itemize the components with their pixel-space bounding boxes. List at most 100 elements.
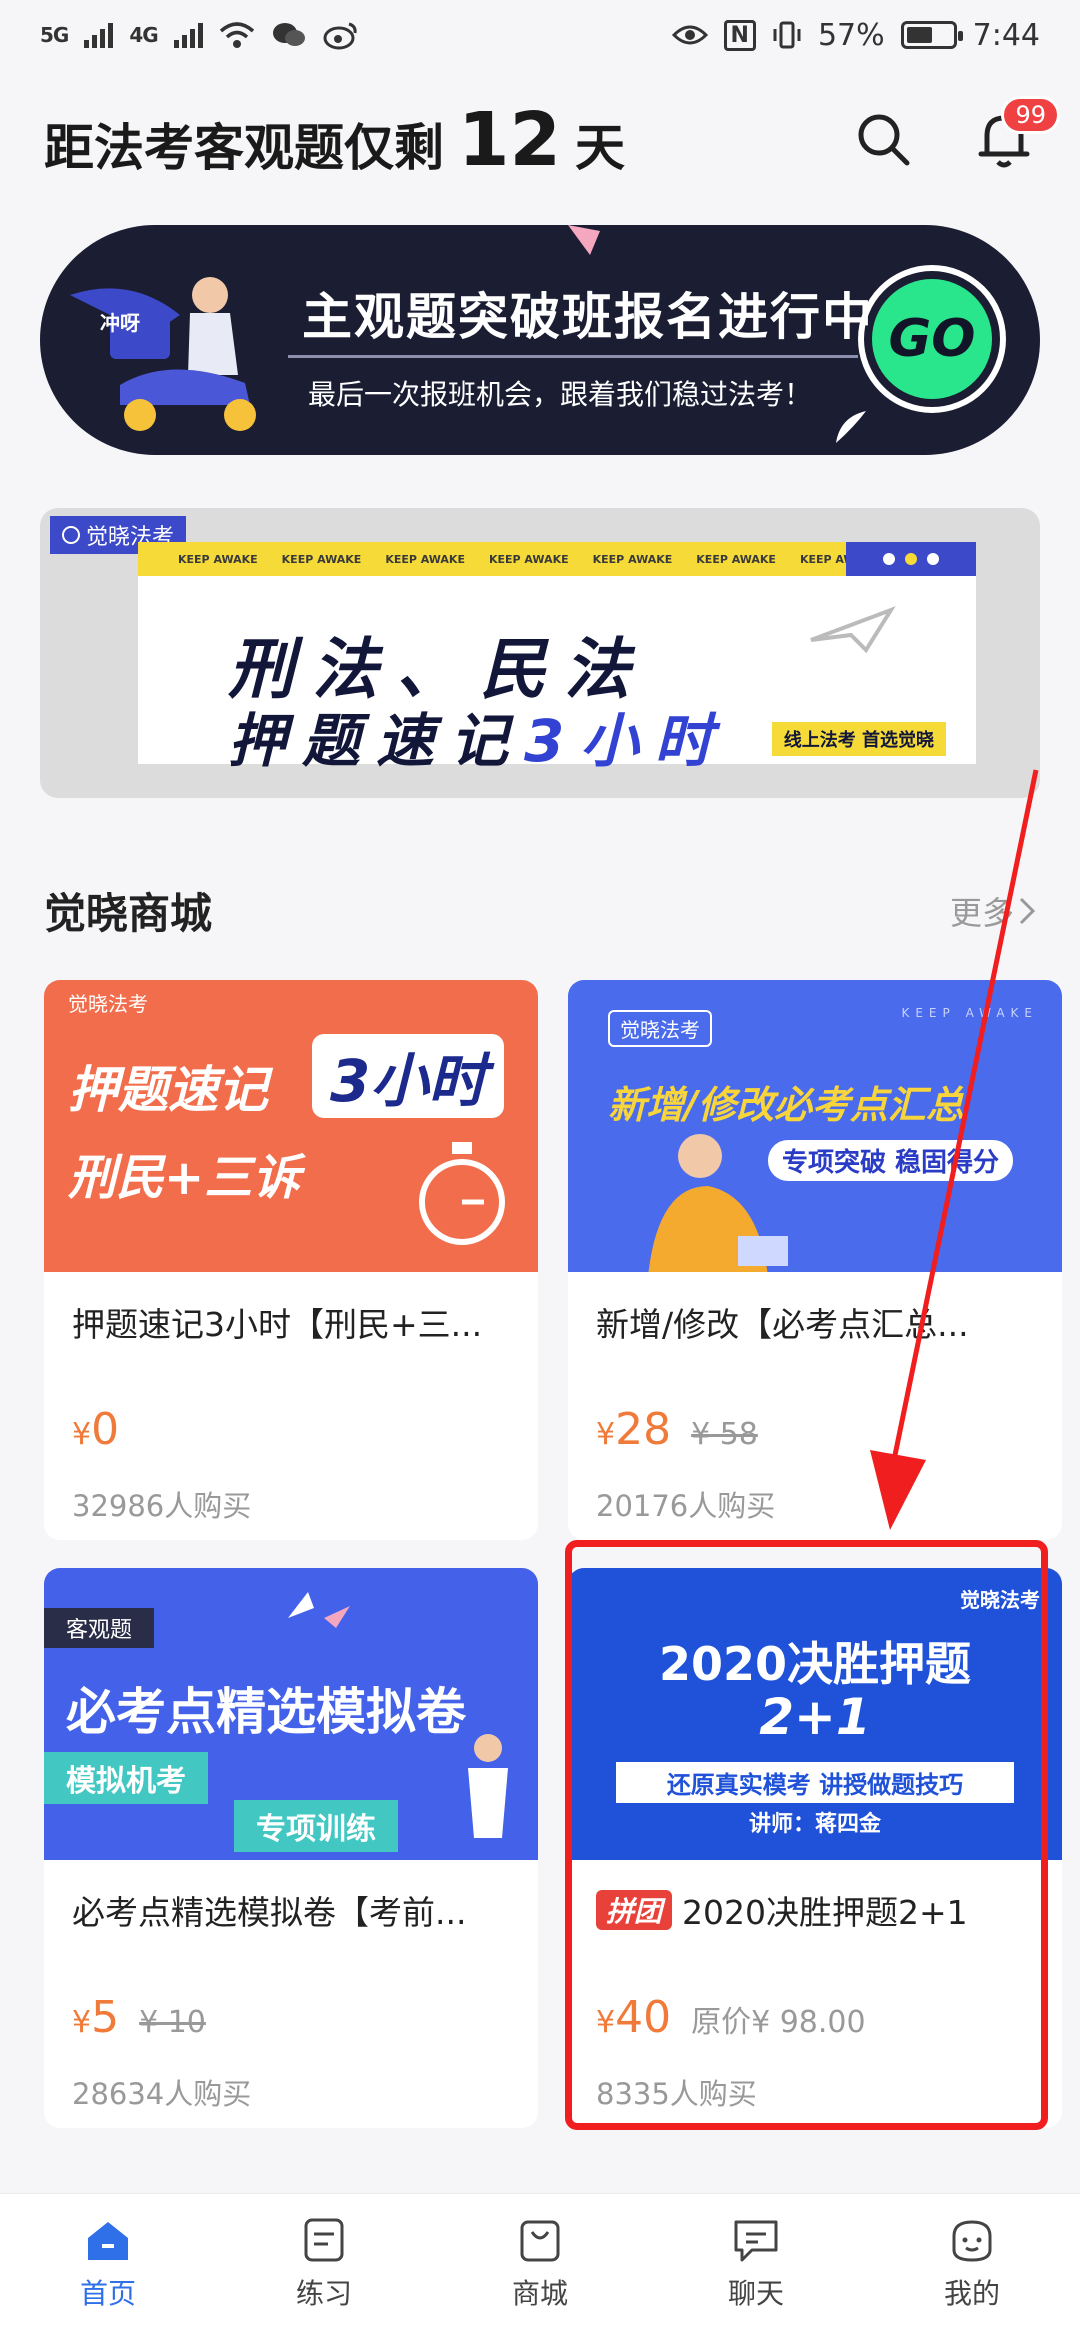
- product-name-text: 必考点精选模拟卷【考前...: [72, 1893, 467, 1932]
- product-cover: 觉晓法考 KEEP AWAKE 新增/修改必考点汇总 专项突破 稳固得分: [568, 980, 1062, 1272]
- price-row: ¥5 ¥ 10: [44, 1992, 538, 2043]
- product-card[interactable]: 觉晓法考 2020决胜押题 2+1 还原真实模考 讲授做题技巧 讲师：蒋四金 拼…: [568, 1568, 1062, 2128]
- shop-title: 觉晓商城: [44, 889, 213, 938]
- original-price: 原价¥ 98.00: [691, 2005, 866, 2040]
- currency-symbol: ¥: [72, 2005, 92, 2040]
- tab-practice[interactable]: 练习: [249, 2216, 399, 2312]
- currency-symbol: ¥: [596, 2005, 616, 2040]
- product-card[interactable]: 客观题 必考点精选模拟卷 模拟机考 专项训练 必考点精选模拟卷【考前... ¥5…: [44, 1568, 538, 2128]
- header-actions: 99: [852, 96, 1060, 172]
- signal-5g-label: 5G: [40, 23, 69, 47]
- wifi-icon: [219, 22, 254, 48]
- product-name: 新增/修改【必考点汇总...: [568, 1298, 1062, 1346]
- battery-percent: 57%: [817, 17, 885, 53]
- cover-line1: 2020决胜押题: [658, 1637, 972, 1691]
- currency-symbol: ¥: [596, 1417, 616, 1452]
- banner-headline-2: 押题速记3小时: [228, 694, 728, 778]
- signal-bars-icon: [84, 22, 114, 48]
- status-bar: 5G 4G N 57% 7:44: [0, 0, 1080, 70]
- tab-label: 首页: [79, 2276, 136, 2310]
- cover-line1: 押题速记: [68, 1061, 268, 1119]
- product-name: 必考点精选模拟卷【考前...: [44, 1886, 538, 1934]
- buyer-count: 32986人购买: [72, 1489, 252, 1523]
- product-price: ¥5: [72, 1992, 119, 2043]
- tab-label: 我的: [943, 2276, 1000, 2310]
- status-left: 5G 4G: [40, 20, 359, 50]
- cover-line1: 必考点精选模拟卷: [66, 1683, 466, 1741]
- wechat-icon: [272, 23, 305, 46]
- go-button[interactable]: GO: [858, 265, 1006, 413]
- home-icon: [88, 2221, 128, 2260]
- signal-4g-label: 4G: [129, 23, 158, 47]
- shop-section-header: 觉晓商城 更多: [44, 880, 1036, 941]
- product-cover: 客观题 必考点精选模拟卷 模拟机考 专项训练: [44, 1568, 538, 1860]
- tab-home[interactable]: 首页: [33, 2216, 183, 2312]
- product-card[interactable]: 觉晓法考 KEEP AWAKE 新增/修改必考点汇总 专项突破 稳固得分 新增/…: [568, 980, 1062, 1540]
- confetti-decoration: [836, 411, 866, 443]
- product-grid: 觉晓法考 押题速记 3小时 刑民+三诉 押题速记3小时【刑民+三... ¥0 3…: [44, 980, 1062, 2128]
- cover-line2: 专项训练: [234, 1800, 398, 1852]
- cover-accent: 2+1: [759, 1688, 871, 1746]
- cover-watermark: KEEP AWAKE: [901, 1006, 1038, 1020]
- banner-headline-main: 押题速记: [228, 707, 525, 775]
- promo-banner-course[interactable]: 觉晓法考 KEEP AWAKE KEEP AWAKE KEEP AWAKE KE…: [40, 508, 1040, 798]
- product-card[interactable]: 觉晓法考 押题速记 3小时 刑民+三诉 押题速记3小时【刑民+三... ¥0 3…: [44, 980, 538, 1540]
- more-link[interactable]: 更多: [950, 888, 1036, 934]
- original-price: ¥ 58: [691, 1417, 758, 1452]
- price-value: 5: [91, 1992, 120, 2043]
- strip-text: KEEP AWAKE: [592, 552, 673, 566]
- banner-card: KEEP AWAKE KEEP AWAKE KEEP AWAKE KEEP AW…: [138, 542, 976, 775]
- countdown-days: 12: [458, 97, 561, 183]
- confetti-decoration: [288, 1592, 350, 1628]
- cover-tag: 觉晓法考: [960, 1588, 1040, 1612]
- profile-icon: [952, 2219, 992, 2262]
- promo-banner-enrollment[interactable]: 冲呀 主观题突破班报名进行中 最后一次报班机会，跟着我们稳过法考！ GO: [40, 225, 1040, 455]
- chat-icon: [734, 2220, 778, 2261]
- vibrate-icon: [773, 21, 801, 49]
- person-illustration: [648, 1134, 788, 1272]
- cover-tag: 觉晓法考: [608, 1010, 712, 1047]
- tab-profile[interactable]: 我的: [897, 2216, 1047, 2312]
- confetti-decoration: [568, 225, 600, 255]
- battery-icon: [900, 21, 963, 49]
- tab-chat[interactable]: 聊天: [681, 2216, 831, 2312]
- tab-shop[interactable]: 商城: [465, 2216, 615, 2312]
- product-price: ¥40: [596, 1992, 671, 2043]
- group-buy-tag: 拼团: [596, 1890, 673, 1930]
- cover-tag: 客观题: [44, 1608, 155, 1648]
- banner-divider: [288, 355, 858, 358]
- pagination-dots: [846, 542, 976, 576]
- search-button[interactable]: [852, 108, 916, 172]
- strip-text: KEEP AWAKE: [281, 552, 362, 566]
- person-illustration: [468, 1734, 508, 1838]
- product-name: 拼团 2020决胜押题2+1: [568, 1886, 1062, 1934]
- cover-line1: 新增/修改必考点汇总: [608, 1083, 964, 1127]
- clock: 7:44: [972, 17, 1040, 53]
- cover-accent: 模拟机考: [44, 1752, 208, 1804]
- banner-title: 主观题突破班报名进行中: [302, 288, 874, 346]
- cover-tag: 觉晓法考: [68, 992, 148, 1016]
- price-row: ¥40 原价¥ 98.00: [568, 1992, 1062, 2043]
- currency-symbol: ¥: [72, 1417, 92, 1452]
- price-row: ¥0: [44, 1404, 538, 1455]
- countdown-prefix: 距法考客观题仅剩: [44, 119, 444, 177]
- eye-icon: [671, 25, 708, 45]
- strip-text: KEEP AWAKE: [385, 552, 465, 566]
- rider-tag: 冲呀: [100, 311, 140, 335]
- buyer-count: 28634人购买: [72, 2077, 252, 2111]
- price-value: 0: [91, 1404, 120, 1455]
- notification-badge: 99: [1001, 96, 1060, 134]
- cover-teacher: 讲师：蒋四金: [748, 1812, 881, 1837]
- nfc-icon: N: [723, 19, 756, 51]
- scooter-rider-illustration: [70, 277, 256, 431]
- price-row: ¥28 ¥ 58: [568, 1404, 1062, 1455]
- search-icon: [858, 114, 910, 166]
- more-label: 更多: [949, 893, 1014, 932]
- product-name-text: 新增/修改【必考点汇总...: [596, 1305, 969, 1344]
- cover-line2: 还原真实模考 讲授做题技巧: [616, 1762, 1014, 1803]
- page-header: 距法考客观题仅剩 12 天 99: [44, 95, 1060, 185]
- notification-button[interactable]: 99: [972, 96, 1060, 172]
- original-price: ¥ 10: [139, 2005, 206, 2040]
- countdown-suffix: 天: [574, 119, 625, 177]
- signal-bars-icon: [173, 22, 203, 48]
